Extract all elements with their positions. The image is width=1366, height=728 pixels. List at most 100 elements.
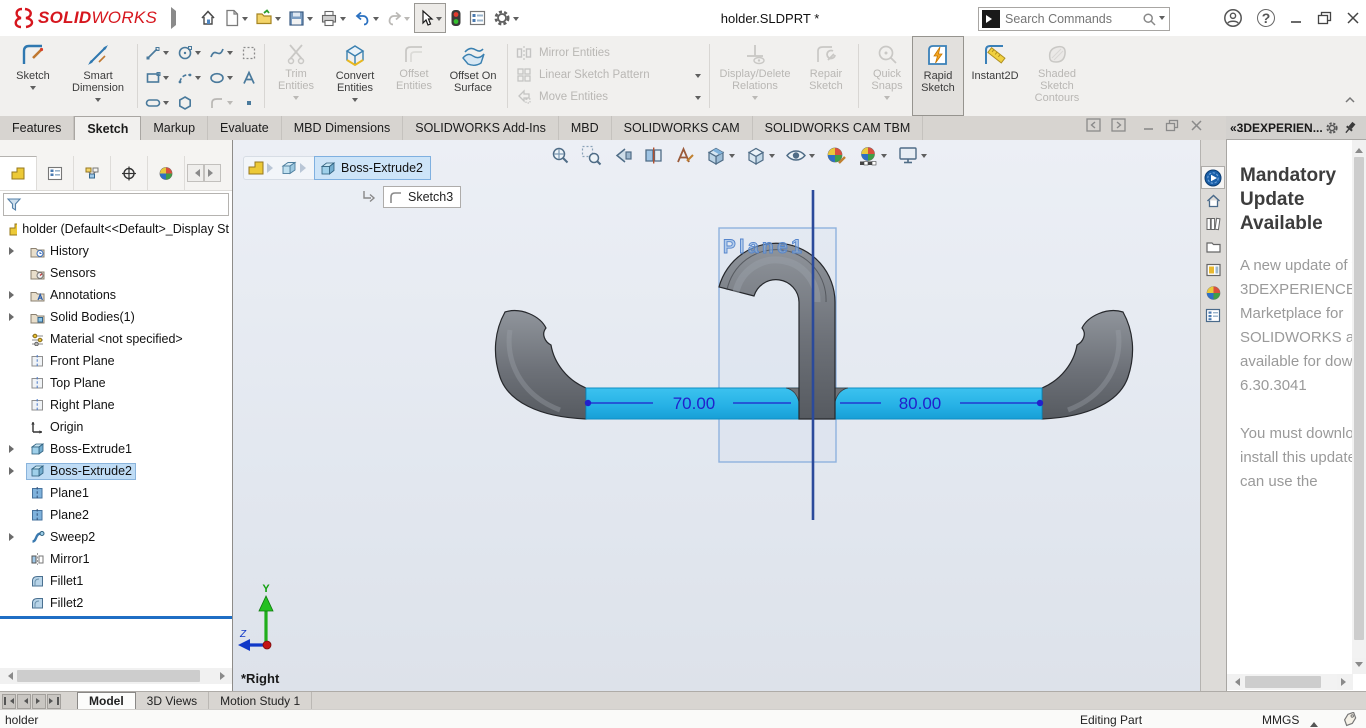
tab-featuremanager[interactable] xyxy=(0,156,37,190)
next-pane-icon[interactable] xyxy=(1111,118,1126,132)
convert-entities-button[interactable]: Convert Entities xyxy=(324,36,386,116)
taskpane-tab-view-palette[interactable] xyxy=(1201,258,1225,281)
display-options-button[interactable] xyxy=(466,4,489,32)
tab-mbd[interactable]: MBD xyxy=(559,116,612,140)
tree-row-root[interactable]: holder (Default<<Default>_Display St xyxy=(0,218,233,240)
tree-row-annotations[interactable]: Annotations xyxy=(0,284,233,306)
taskpane-tab-home[interactable] xyxy=(1201,189,1225,212)
view-orientation-button[interactable] xyxy=(703,143,737,168)
previous-tab-button[interactable] xyxy=(17,694,31,709)
restore-icon[interactable] xyxy=(1317,11,1332,25)
apply-scene-button[interactable] xyxy=(855,143,889,168)
tab-motion-study-1[interactable]: Motion Study 1 xyxy=(209,692,312,709)
zoom-fit-button[interactable] xyxy=(548,143,573,168)
section-view-button[interactable] xyxy=(641,143,666,168)
tree-row-sweep2[interactable]: Sweep2 xyxy=(0,526,233,548)
line-tool[interactable] xyxy=(141,40,173,65)
taskpane-tab-custom-properties[interactable] xyxy=(1201,304,1225,327)
account-icon[interactable] xyxy=(1223,8,1243,28)
tab-solidworks-addins[interactable]: SOLIDWORKS Add-Ins xyxy=(403,116,559,140)
redo-button[interactable] xyxy=(383,4,413,32)
scroll-up-icon[interactable] xyxy=(1352,140,1366,156)
taskpane-tab-design-library[interactable] xyxy=(1201,212,1225,235)
solid-body-icon[interactable] xyxy=(279,159,299,177)
taskpane-tab-appearances[interactable] xyxy=(1201,281,1225,304)
taskpane-vertical-scrollbar[interactable] xyxy=(1352,140,1366,674)
search-dropdown-caret[interactable] xyxy=(1159,16,1165,23)
tab-evaluate[interactable]: Evaluate xyxy=(208,116,282,140)
taskpane-vscroll-thumb[interactable] xyxy=(1354,157,1364,640)
display-delete-relations-button[interactable]: Display/Delete Relations xyxy=(713,36,797,116)
taskpane-horizontal-scrollbar[interactable] xyxy=(1227,674,1353,690)
tree-row-plane2[interactable]: Plane2 xyxy=(0,504,233,526)
new-document-button[interactable] xyxy=(221,4,251,32)
tab-configurationmanager[interactable] xyxy=(74,156,111,190)
sketch-button[interactable]: Sketch xyxy=(4,36,62,116)
tab-solidworks-cam-tbm[interactable]: SOLIDWORKS CAM TBM xyxy=(753,116,924,140)
rebuild-button[interactable] xyxy=(447,4,465,32)
tab-3d-views[interactable]: 3D Views xyxy=(136,692,209,709)
help-icon[interactable]: ? xyxy=(1257,9,1275,27)
tab-markup[interactable]: Markup xyxy=(141,116,208,140)
part-icon[interactable] xyxy=(246,159,266,177)
sketch-fillet-tool[interactable] xyxy=(205,90,237,115)
save-button[interactable] xyxy=(285,4,316,32)
tree-row-fillet2[interactable]: Fillet2 xyxy=(0,592,233,614)
tree-row-boss-extrude2[interactable]: Boss-Extrude2 xyxy=(0,460,233,482)
rectangle-tool[interactable] xyxy=(141,65,173,90)
tree-row-right-plane[interactable]: Right Plane xyxy=(0,394,233,416)
shaded-sketch-contours-button[interactable]: Shaded Sketch Contours xyxy=(1026,36,1088,116)
tree-row-sensors[interactable]: Sensors xyxy=(0,262,233,284)
tree-row-material[interactable]: Material <not specified> xyxy=(0,328,233,350)
undo-button[interactable] xyxy=(350,4,382,32)
tree-row-top-plane[interactable]: Top Plane xyxy=(0,372,233,394)
taskpane-hscroll-thumb[interactable] xyxy=(1245,676,1321,688)
dimension-endpoint[interactable] xyxy=(585,400,591,406)
units-dropdown-icon[interactable] xyxy=(1310,718,1318,727)
doc-restore-icon[interactable] xyxy=(1165,119,1180,132)
expand-arrow-icon[interactable] xyxy=(9,291,18,299)
tab-sketch[interactable]: Sketch xyxy=(74,116,141,141)
repair-sketch-button[interactable]: Repair Sketch xyxy=(797,36,855,116)
offset-entities-button[interactable]: Offset Entities xyxy=(386,36,442,116)
tab-propertymanager[interactable] xyxy=(37,156,74,190)
first-tab-button[interactable] xyxy=(2,694,16,709)
polygon-tool[interactable] xyxy=(173,90,205,115)
tag-icon[interactable] xyxy=(1342,712,1359,727)
print-button[interactable] xyxy=(317,4,349,32)
display-style-button[interactable] xyxy=(743,143,777,168)
search-input[interactable] xyxy=(1003,11,1142,27)
tab-displaymanager[interactable] xyxy=(148,156,185,190)
ellipse-tool[interactable] xyxy=(205,65,237,90)
tree-row-fillet1[interactable]: Fillet1 xyxy=(0,570,233,592)
taskpane-pin-icon[interactable] xyxy=(1343,120,1358,135)
tree-tabs-scroll-left[interactable] xyxy=(187,164,204,182)
spline-tool[interactable] xyxy=(205,40,237,65)
linear-sketch-pattern-button[interactable]: Linear Sketch Pattern xyxy=(511,64,706,86)
expand-arrow-icon[interactable] xyxy=(9,467,18,475)
tab-features[interactable]: Features xyxy=(0,116,74,140)
smart-dimension-button[interactable]: Smart Dimension xyxy=(62,36,134,116)
doc-close-icon[interactable] xyxy=(1190,119,1203,132)
tree-row-plane1[interactable]: Plane1 xyxy=(0,482,233,504)
open-document-button[interactable] xyxy=(252,4,284,32)
model-canvas[interactable]: 70.00 80.00 Plane1 Y Z xyxy=(233,140,1200,691)
tab-solidworks-cam[interactable]: SOLIDWORKS CAM xyxy=(612,116,753,140)
scroll-right-icon[interactable] xyxy=(216,668,232,684)
view-settings-button[interactable] xyxy=(895,143,929,167)
arc-tool[interactable] xyxy=(173,65,205,90)
next-tab-button[interactable] xyxy=(32,694,46,709)
scroll-left-icon[interactable] xyxy=(0,668,16,684)
expand-arrow-icon[interactable] xyxy=(9,533,18,541)
tree-horizontal-scrollbar[interactable] xyxy=(0,668,232,684)
select-tool-button[interactable] xyxy=(414,3,446,33)
expand-arrow-icon[interactable] xyxy=(9,247,18,255)
doc-minimize-icon[interactable] xyxy=(1142,119,1155,132)
taskpane-tab-file-explorer[interactable] xyxy=(1201,235,1225,258)
dimension-endpoint[interactable] xyxy=(1037,400,1043,406)
mirror-entities-button[interactable]: Mirror Entities xyxy=(511,42,706,64)
plane1-label[interactable]: Plane1 xyxy=(723,237,805,258)
rollback-bar[interactable] xyxy=(0,616,232,619)
zoom-area-button[interactable] xyxy=(579,143,604,168)
dimension-80[interactable]: 80.00 xyxy=(899,394,942,413)
